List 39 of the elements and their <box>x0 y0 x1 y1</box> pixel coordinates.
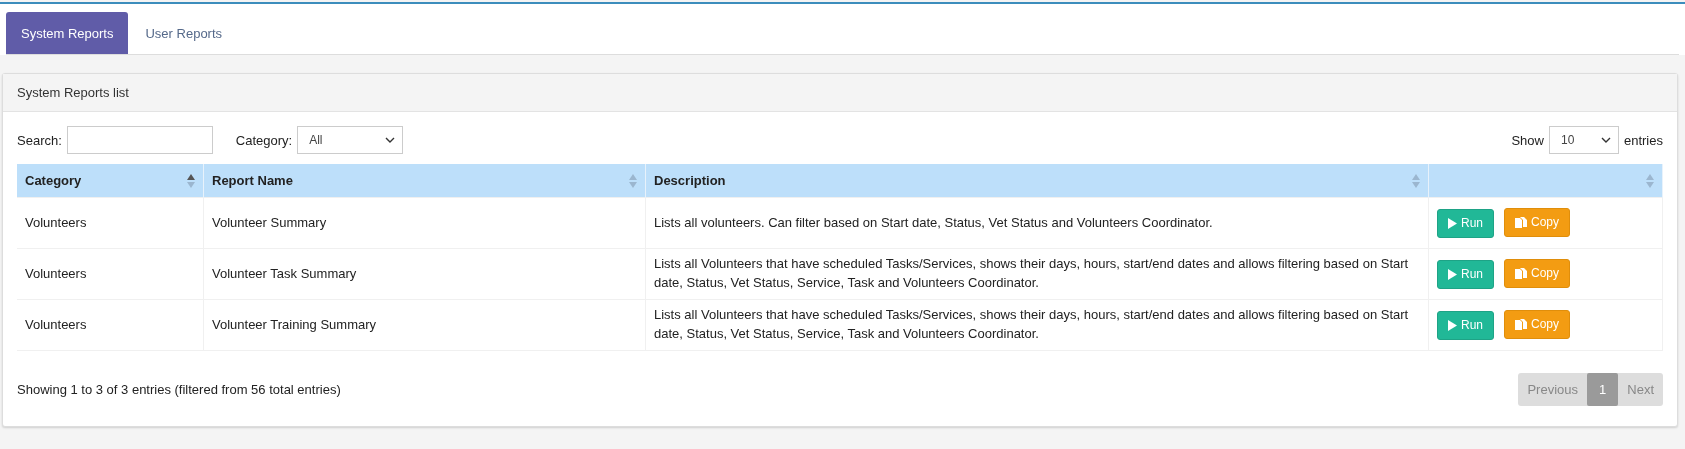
category-label: Category: <box>235 132 293 148</box>
table-cell: Volunteers <box>17 299 204 351</box>
table-cell: Lists all volunteers. Can filter based on Start date, Status, Vet Status and Volunteers Coordinator. <box>645 197 1429 249</box>
run-button[interactable]: Run <box>1437 310 1494 340</box>
column-header[interactable]: Category <box>17 164 204 198</box>
table-cell: Volunteer Summary <box>203 197 646 249</box>
tab[interactable]: User Reports <box>130 12 238 54</box>
search-label: Search: <box>17 132 62 148</box>
play-icon <box>1448 319 1457 331</box>
table-cell: Volunteer Task Summary <box>203 248 646 300</box>
copy-button[interactable]: Copy <box>1504 259 1571 289</box>
run-button[interactable]: Run <box>1437 259 1494 289</box>
chevron-down-icon <box>1600 137 1611 143</box>
chevron-down-icon <box>385 137 396 143</box>
table-cell: Lists all Volunteers that have scheduled Tasks/Services, shows their days, hours, start/end dates and allows filtering based on Start date, Status, Vet Status, Service, Task and Volunteers Coordinator. <box>645 248 1429 300</box>
entries-label: entries <box>1623 132 1663 148</box>
run-button[interactable]: Run <box>1437 208 1494 238</box>
search-field[interactable] <box>66 126 213 154</box>
column-header[interactable]: Report Name <box>203 164 646 198</box>
page-number[interactable]: 1 <box>1587 373 1619 406</box>
copy-button[interactable]: Copy <box>1504 310 1571 340</box>
table-cell: Volunteers <box>17 248 204 300</box>
table-cell: Volunteers <box>17 197 204 249</box>
copy-icon <box>1515 318 1527 331</box>
tab[interactable]: System Reports <box>6 12 129 54</box>
play-icon <box>1448 268 1457 280</box>
column-header[interactable]: Description <box>645 164 1429 198</box>
table-cell: Lists all Volunteers that have scheduled Tasks/Services, shows their days, hours, start/end dates and allows filtering based on Start date, Status, Vet Status, Service, Task and Volunteers Coordinator. <box>645 299 1429 351</box>
copy-button[interactable]: Copy <box>1504 208 1571 238</box>
page-size-dropdown[interactable]: 10 <box>1548 126 1619 154</box>
column-header[interactable] <box>1428 164 1663 198</box>
category-dropdown[interactable]: All <box>297 126 404 154</box>
copy-icon <box>1515 216 1527 229</box>
panel-title: System Reports list <box>3 74 1677 112</box>
table-cell: Volunteer Training Summary <box>203 299 646 351</box>
copy-icon <box>1515 267 1527 280</box>
entries-info: Showing 1 to 3 of 3 entries (filtered from 56 total entries) <box>17 382 341 397</box>
play-icon <box>1448 217 1457 229</box>
show-label: Show <box>1511 132 1544 148</box>
